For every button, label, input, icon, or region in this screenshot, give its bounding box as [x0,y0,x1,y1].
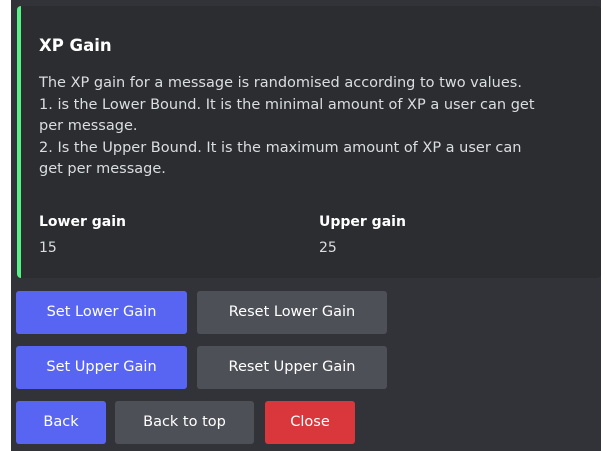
set-lower-gain-button[interactable]: Set Lower Gain [16,291,187,334]
field-lower-gain: Lower gain 15 [39,212,126,258]
back-button[interactable]: Back [16,401,106,444]
field-upper-gain: Upper gain 25 [319,212,406,258]
description-line: 2. Is the Upper Bound. It is the maximum… [39,139,522,156]
field-upper-gain-name: Upper gain [319,214,406,230]
description-line: The XP gain for a message is randomised … [39,75,522,91]
description-line: 1. is the Lower Bound. It is the minimal… [39,96,535,113]
field-upper-gain-value: 25 [319,240,337,256]
set-upper-gain-button[interactable]: Set Upper Gain [16,346,187,389]
message-panel: XP Gain The XP gain for a message is ran… [11,0,601,451]
xp-gain-embed: XP Gain The XP gain for a message is ran… [17,6,601,278]
embed-description: The XP gain for a message is randomised … [39,73,599,181]
reset-upper-gain-button[interactable]: Reset Upper Gain [197,346,387,389]
close-button[interactable]: Close [265,401,355,444]
embed-accent-bar [17,6,21,278]
description-line: per message. [39,118,138,134]
reset-lower-gain-button[interactable]: Reset Lower Gain [197,291,387,334]
embed-title: XP Gain [39,36,112,55]
field-lower-gain-value: 15 [39,240,57,256]
back-to-top-button[interactable]: Back to top [115,401,254,444]
field-lower-gain-name: Lower gain [39,214,126,230]
description-line: get per message. [39,161,166,177]
